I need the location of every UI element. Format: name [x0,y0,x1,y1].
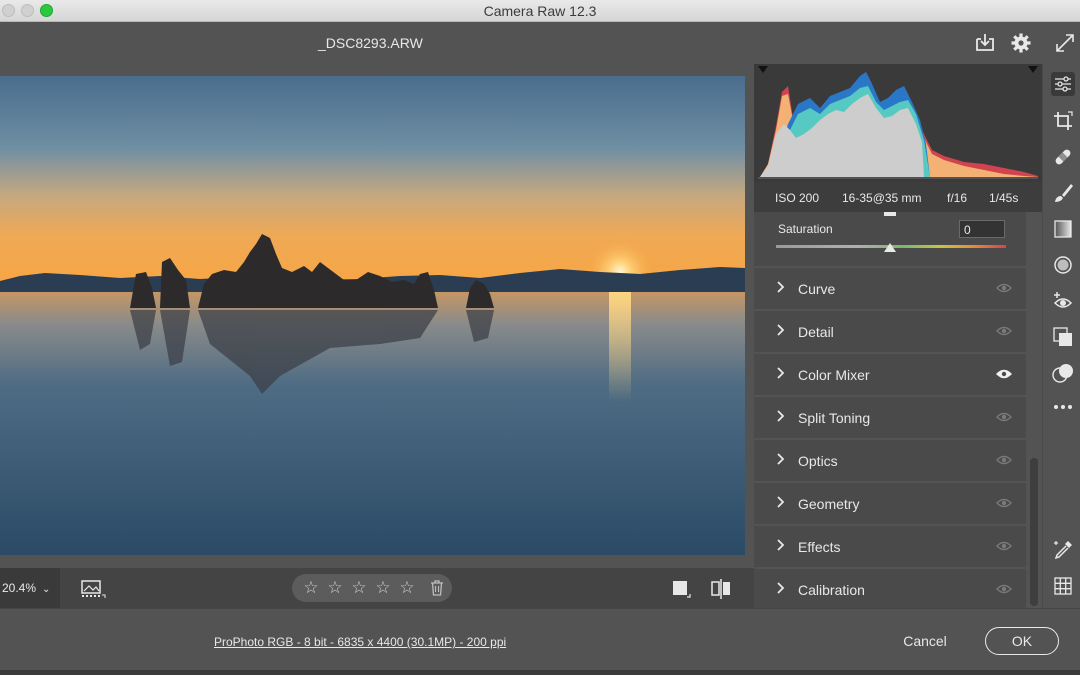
section-label: Color Mixer [798,367,870,383]
chevron-right-icon [777,410,785,422]
section-label: Optics [798,453,838,469]
workflow-options-link[interactable]: ProPhoto RGB - 8 bit - 6835 x 4400 (30.1… [214,635,506,649]
eyedropper-icon[interactable] [1051,538,1075,562]
edit-sliders-icon[interactable] [1051,72,1075,96]
section-label: Geometry [798,496,860,512]
eye-icon[interactable] [996,540,1012,552]
before-after-icon[interactable] [710,578,732,600]
healing-icon[interactable] [1051,145,1075,169]
grid-icon[interactable] [1051,574,1075,598]
star-2[interactable]: ☆ [326,579,344,597]
chevron-right-icon [777,281,785,293]
eye-icon[interactable] [996,411,1012,423]
trash-icon[interactable] [428,579,446,597]
dock-edge [0,670,1080,675]
histogram [754,64,1042,182]
shadow-clipping-icon [758,66,768,73]
eye-icon[interactable] [996,583,1012,595]
chevron-right-icon [777,453,785,465]
zoom-dropdown[interactable]: 20.4% ⌄ [0,568,60,608]
download-icon[interactable] [973,31,997,55]
zoom-value: 20.4% [2,581,37,595]
section-label: Calibration [798,582,865,598]
brush-icon[interactable] [1051,181,1075,205]
fullscreen-icon[interactable] [1053,31,1077,55]
photo-preview[interactable] [0,76,745,555]
panel-scrollbar[interactable] [1030,458,1038,606]
saturation-control: Saturation 0 [754,212,1026,266]
cancel-button[interactable]: Cancel [880,627,970,655]
section-color-mixer[interactable]: Color Mixer [754,354,1026,395]
saturation-slider-thumb[interactable] [884,243,896,252]
image-preview-area [0,64,754,568]
ok-button[interactable]: OK [985,627,1059,655]
rating-stars: ☆ ☆ ☆ ☆ ☆ [292,574,452,602]
eye-icon[interactable] [996,282,1012,294]
star-5[interactable]: ☆ [398,579,416,597]
star-4[interactable]: ☆ [374,579,392,597]
file-name: _DSC8293.ARW [318,35,423,51]
redeye-icon[interactable] [1051,289,1075,313]
radial-filter-icon[interactable] [1051,253,1075,277]
gradient-icon[interactable] [1051,217,1075,241]
window-title: Camera Raw 12.3 [483,3,597,19]
lens-value: 16-35@35 mm [842,191,922,205]
header: _DSC8293.ARW [0,22,1080,64]
star-3[interactable]: ☆ [350,579,368,597]
photo-toolbar: 20.4% ⌄ ☆ ☆ ☆ ☆ ☆ [0,568,754,608]
aperture-value: f/16 [947,191,968,205]
presets-icon[interactable] [1051,361,1075,385]
chevron-right-icon [777,496,785,508]
shutter-value: 1/45s [989,191,1019,205]
gear-icon[interactable] [1009,31,1033,55]
more-icon[interactable] [1051,395,1075,419]
eye-icon[interactable] [996,368,1012,380]
tool-strip [1042,64,1080,608]
exif-info-bar: ISO 200 16-35@35 mm f/16 1/45s [754,182,1042,212]
chevron-right-icon [777,367,785,379]
eye-icon[interactable] [996,325,1012,337]
section-calibration[interactable]: Calibration [754,569,1026,610]
section-effects[interactable]: Effects [754,526,1026,567]
footer: ProPhoto RGB - 8 bit - 6835 x 4400 (30.1… [0,608,1080,675]
iso-value: ISO 200 [775,191,820,205]
star-1[interactable]: ☆ [302,579,320,597]
filmstrip-icon[interactable] [80,579,106,599]
saturation-input[interactable]: 0 [959,220,1005,238]
view-mode-icon[interactable] [671,579,691,599]
edit-panel: ISO 200 16-35@35 mm f/16 1/45s Saturatio… [754,64,1042,610]
section-label: Split Toning [798,410,871,426]
section-label: Curve [798,281,836,297]
section-label: Detail [798,324,834,340]
crop-icon[interactable] [1051,109,1075,133]
chevron-down-icon: ⌄ [42,584,51,595]
eye-icon[interactable] [996,454,1012,466]
section-detail[interactable]: Detail [754,311,1026,352]
eye-icon[interactable] [996,497,1012,509]
slider-handle[interactable] [884,212,896,216]
section-curve[interactable]: Curve [754,268,1026,309]
saturation-label: Saturation [778,222,833,236]
highlight-clipping-icon [1028,66,1038,73]
snapshots-icon[interactable] [1051,325,1075,349]
window-titlebar: Camera Raw 12.3 [0,0,1080,22]
section-geometry[interactable]: Geometry [754,483,1026,524]
section-label: Effects [798,539,841,555]
chevron-right-icon [777,539,785,551]
chevron-right-icon [777,582,785,594]
section-optics[interactable]: Optics [754,440,1026,481]
section-split-toning[interactable]: Split Toning [754,397,1026,438]
chevron-right-icon [777,324,785,336]
